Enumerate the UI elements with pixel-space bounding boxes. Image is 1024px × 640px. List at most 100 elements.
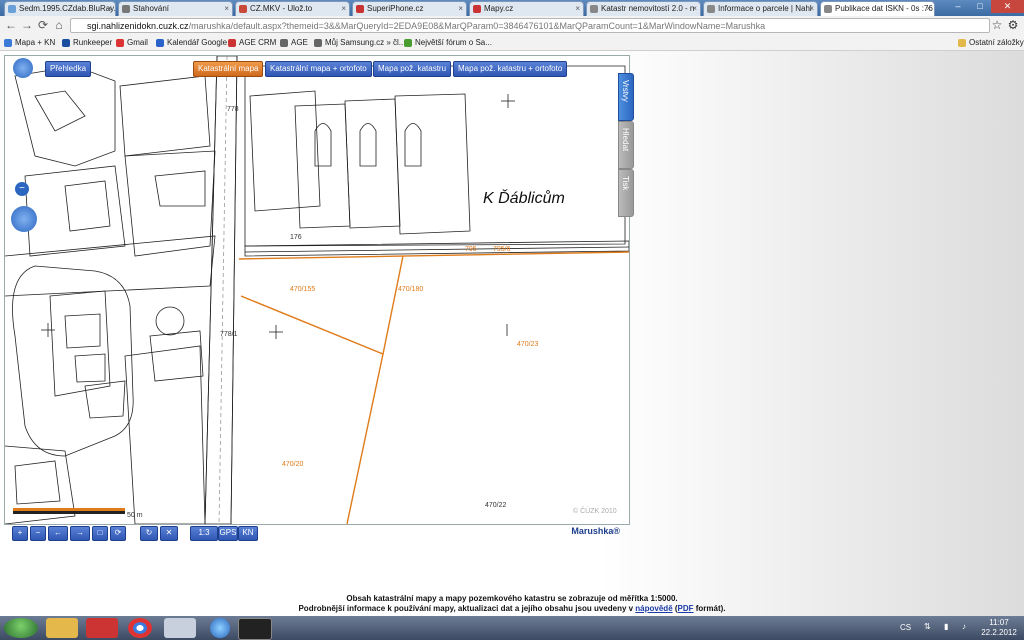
full-extent-button[interactable]: □ xyxy=(92,526,108,541)
site-icon xyxy=(280,39,288,47)
info-line-2: Podrobnější informace k používání mapy, … xyxy=(298,604,636,613)
map-bottom-toolbar: + − ← → □ ⟳ ↻ ✕ 1:3 000 GPS KN Marushka® xyxy=(4,526,628,549)
close-window-button[interactable]: ✕ xyxy=(991,0,1024,13)
close-icon[interactable]: × xyxy=(926,2,931,16)
bookmark-samsung[interactable]: Můj Samsung.cz » čl... xyxy=(314,36,405,50)
other-bookmarks[interactable]: Ostatní záložky xyxy=(958,36,1024,50)
star-icon[interactable]: ☆ xyxy=(990,18,1004,32)
parcel-label: 470/23 xyxy=(517,341,539,348)
tab-label: Mapy.cz xyxy=(484,4,514,13)
close-icon[interactable]: × xyxy=(341,2,346,16)
close-icon[interactable]: × xyxy=(809,2,814,16)
bookmark-label: Největší fórum o Sa... xyxy=(415,38,492,47)
site-icon xyxy=(473,5,481,13)
close-icon[interactable]: × xyxy=(458,2,463,16)
close-icon[interactable]: × xyxy=(224,2,229,16)
tab-label: Informace o parcele | Nahl xyxy=(718,4,812,13)
bookmark-forum[interactable]: Největší fórum o Sa... xyxy=(404,36,492,50)
tab-downloads[interactable]: Stahování × xyxy=(118,1,233,16)
volume-icon[interactable]: ♪ xyxy=(962,622,966,631)
windows-taskbar: CS ⇅ ▮ ♪ 11:07 22.2.2012 xyxy=(0,616,1024,640)
clock-time[interactable]: 11:07 xyxy=(980,618,1018,627)
parcel-label: 795 xyxy=(465,246,477,253)
bookmark-label: Můj Samsung.cz » čl... xyxy=(325,38,406,47)
zoom-in-button[interactable]: + xyxy=(12,526,28,541)
bookmark-label: Kalendář Google xyxy=(167,38,228,47)
help-link[interactable]: nápovědě xyxy=(635,604,672,613)
signal-icon[interactable]: ▮ xyxy=(944,622,948,631)
bookmark-mapa-kn[interactable]: Mapa + KN xyxy=(4,36,55,50)
maximize-button[interactable]: □ xyxy=(969,0,991,13)
map-canvas[interactable] xyxy=(5,56,629,524)
scale-select[interactable]: 1:3 000 xyxy=(190,526,218,549)
gmail-notifier-icon[interactable] xyxy=(86,618,118,638)
itunes-icon[interactable] xyxy=(210,618,230,638)
bookmark-gmail[interactable]: Gmail xyxy=(116,36,148,50)
globe-icon xyxy=(4,39,12,47)
tab-tisk[interactable]: Tisk xyxy=(618,169,634,217)
forward-button[interactable]: → xyxy=(70,526,90,541)
tab-parcela[interactable]: Informace o parcele | Nahl × xyxy=(703,1,818,16)
back-icon[interactable]: ← xyxy=(4,18,18,32)
tab-sedm[interactable]: Sedm.1995.CZdab.BluRay. × xyxy=(4,1,116,16)
tab-mapa-poz-katastru-ortofoto[interactable]: Mapa pož. katastru + ortofoto xyxy=(453,61,568,77)
bookmark-kalendar[interactable]: Kalendář Google xyxy=(156,36,227,50)
tab-label: Publikace dat ISKN - 0s :76 xyxy=(835,4,933,13)
tab-katastralni-mapa[interactable]: Katastrální mapa xyxy=(193,61,264,77)
overview-button[interactable]: Přehledka xyxy=(45,61,92,77)
tab-label: SuperiPhone.cz xyxy=(367,4,424,13)
tab-katastralni-mapa-ortofoto[interactable]: Katastrální mapa + ortofoto xyxy=(265,61,372,77)
chrome-icon[interactable] xyxy=(128,618,152,638)
calculator-icon[interactable] xyxy=(164,618,196,638)
download-icon xyxy=(122,5,130,13)
clear-button[interactable]: ✕ xyxy=(160,526,178,541)
tab-vrstvy[interactable]: Vrstvy xyxy=(618,73,634,121)
close-icon[interactable]: × xyxy=(107,2,112,16)
kn-button[interactable]: KN xyxy=(238,526,258,541)
pdf-link[interactable]: PDF xyxy=(678,604,694,613)
gps-button[interactable]: GPS xyxy=(218,526,238,541)
url-path: /marushka/default.aspx?themeid=3&&MarQue… xyxy=(188,21,766,31)
info-line-1: Obsah katastrální mapy a mapy pozemkovéh… xyxy=(346,594,678,603)
parcel-label: 470/22 xyxy=(485,502,507,509)
tab-katastr[interactable]: Katastr nemovitostí 2.0 - n × xyxy=(586,1,701,16)
tab-publikace[interactable]: Publikace dat ISKN - 0s :76 × xyxy=(820,1,935,16)
address-bar[interactable]: sgi.nahlizenidokn.cuzk.cz/marushka/defau… xyxy=(70,18,990,33)
back-button[interactable]: ← xyxy=(48,526,68,541)
street-label: K Ďáblicům xyxy=(483,190,565,207)
calendar-icon xyxy=(156,39,164,47)
home-icon[interactable]: ⌂ xyxy=(52,18,66,32)
site-icon xyxy=(239,5,247,13)
bookmark-runkeeper[interactable]: Runkeeper xyxy=(62,36,112,50)
parcel-label: 470/20 xyxy=(282,461,304,468)
cadastral-map[interactable]: K Ďáblicům 470/155 470/180 470/23 470/20… xyxy=(4,55,630,525)
tab-superiphone[interactable]: SuperiPhone.cz × xyxy=(352,1,467,16)
minimize-button[interactable]: – xyxy=(947,0,969,13)
pan-control-icon[interactable] xyxy=(13,58,33,78)
forward-icon[interactable]: → xyxy=(20,18,34,32)
navigation-compass-icon[interactable] xyxy=(11,206,37,232)
map-info-text: Obsah katastrální mapy a mapy pozemkovéh… xyxy=(0,594,1024,614)
bookmark-age-crm[interactable]: AGE CRM xyxy=(228,36,276,50)
parcel-label: 778/1 xyxy=(220,331,238,338)
rotate-button[interactable]: ↻ xyxy=(140,526,158,541)
tab-hledat[interactable]: Hledat xyxy=(618,121,634,169)
refresh-button[interactable]: ⟳ xyxy=(110,526,126,541)
close-icon[interactable]: × xyxy=(575,2,580,16)
app-icon[interactable] xyxy=(238,618,272,640)
explorer-icon[interactable] xyxy=(46,618,78,638)
bookmark-label: Gmail xyxy=(127,38,148,47)
clock-date[interactable]: 22.2.2012 xyxy=(980,628,1018,637)
reload-icon[interactable]: ⟳ xyxy=(36,18,50,32)
zoom-out-icon[interactable]: − xyxy=(15,182,29,196)
tab-mapa-poz-katastru[interactable]: Mapa pož. katastru xyxy=(373,61,452,77)
start-button-icon[interactable] xyxy=(4,618,38,638)
tab-mapy[interactable]: Mapy.cz × xyxy=(469,1,584,16)
wrench-icon[interactable]: ⚙ xyxy=(1006,18,1020,32)
language-indicator[interactable]: CS xyxy=(900,623,911,632)
network-icon[interactable]: ⇅ xyxy=(924,622,931,631)
bookmark-age[interactable]: AGE xyxy=(280,36,308,50)
close-icon[interactable]: × xyxy=(692,2,697,16)
zoom-out-button[interactable]: − xyxy=(30,526,46,541)
tab-ulozto[interactable]: CZ.MKV - Ulož.to × xyxy=(235,1,350,16)
